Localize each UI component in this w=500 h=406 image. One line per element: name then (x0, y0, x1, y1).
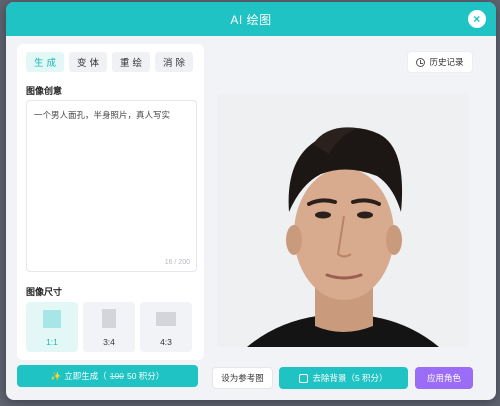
size-option-3-4[interactable]: 3:4 (83, 302, 135, 352)
original-cost: 100 (109, 371, 124, 381)
landscape-ratio-icon (156, 312, 176, 326)
close-icon: × (473, 12, 481, 26)
size-option-label: 3:4 (103, 337, 115, 347)
mode-tabs: 生成 变体 重绘 消除 (26, 52, 193, 72)
apply-role-button[interactable]: 应用角色 (415, 367, 473, 389)
prompt-section-label: 图像创意 (26, 86, 63, 96)
size-option-4-3[interactable]: 4:3 (140, 302, 192, 352)
size-option-label: 1:1 (46, 337, 58, 347)
remove-background-icon (299, 373, 309, 383)
history-button[interactable]: 历史记录 (407, 51, 473, 73)
size-option-1-1[interactable]: 1:1 (26, 302, 78, 352)
size-section-label: 图像尺寸 (26, 287, 63, 297)
size-option-label: 4:3 (160, 337, 172, 347)
tab-variation[interactable]: 变体 (69, 52, 107, 72)
settings-panel: 生成 变体 重绘 消除 图像创意 一个男人面孔，半身照片，真人写实 16 / 2… (17, 44, 204, 360)
tab-erase[interactable]: 消除 (155, 52, 193, 72)
tab-redraw[interactable]: 重绘 (112, 52, 150, 72)
modal-title: AI 绘图 (230, 12, 272, 27)
size-options: 1:1 3:4 4:3 (26, 302, 192, 352)
prompt-char-count: 16 / 200 (164, 259, 190, 266)
portrait-illustration (217, 94, 469, 347)
portrait-ratio-icon (102, 309, 116, 328)
generate-cost: 50 积分） (126, 371, 165, 381)
tab-generate[interactable]: 生成 (26, 52, 64, 72)
remove-background-label: 去除背景（5 积分） (312, 373, 388, 383)
generate-button[interactable]: ✨ 立即生成（ 100 50 积分） (17, 365, 198, 387)
remove-background-button[interactable]: 去除背景（5 积分） (279, 367, 408, 389)
sparkle-icon: ✨ (50, 370, 62, 381)
prompt-text: 一个男人面孔，半身照片，真人写实 (34, 110, 171, 120)
generated-image (217, 94, 469, 347)
set-reference-button[interactable]: 设为参考图 (212, 367, 273, 389)
prompt-input[interactable]: 一个男人面孔，半身照片，真人写实 16 / 200 (26, 100, 197, 272)
history-label: 历史记录 (429, 57, 464, 67)
square-ratio-icon (43, 310, 61, 328)
clock-icon (416, 57, 426, 67)
close-button[interactable]: × (468, 10, 486, 28)
ai-drawing-modal: AI 绘图 × 生成 变体 重绘 消除 图像创意 一个男人面孔，半身照片，真人写… (6, 2, 496, 400)
modal-header: AI 绘图 × (6, 2, 496, 36)
generate-label: 立即生成（ (64, 371, 107, 381)
